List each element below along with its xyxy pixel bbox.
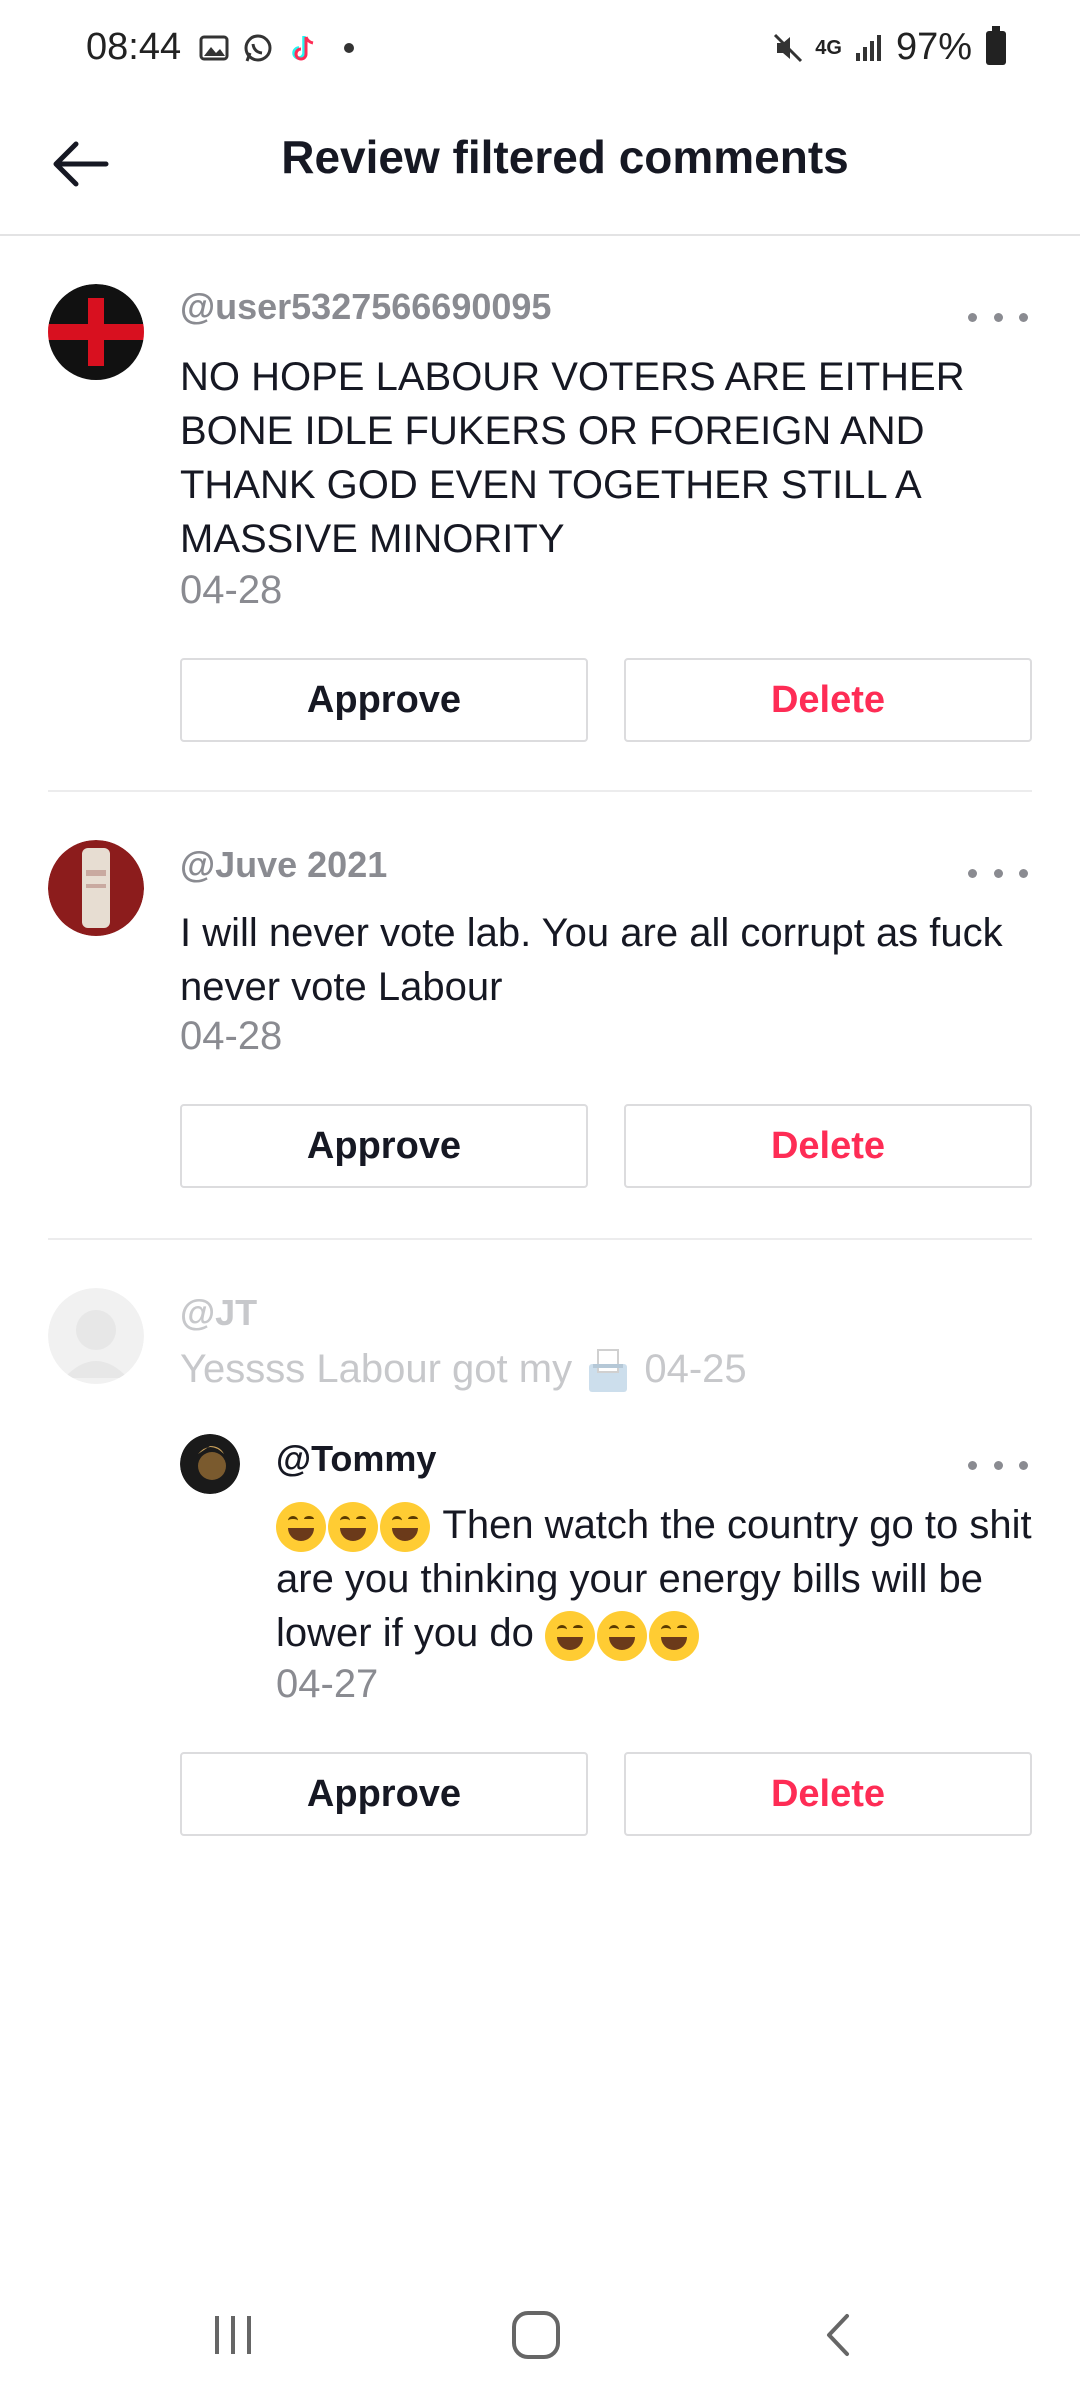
reply-text: Then watch the country go to shit are yo… xyxy=(276,1498,1036,1661)
avatar[interactable] xyxy=(48,1288,144,1384)
whatsapp-icon xyxy=(244,34,272,62)
comment-date: 04-28 xyxy=(180,568,283,612)
avatar[interactable] xyxy=(48,840,144,936)
delete-button[interactable]: Delete xyxy=(624,1104,1032,1188)
laughing-emoji-icon xyxy=(328,1502,378,1553)
home-button[interactable] xyxy=(496,2300,576,2370)
approve-button[interactable]: Approve xyxy=(180,1752,588,1836)
more-options-icon[interactable] xyxy=(968,1450,1028,1480)
delete-button[interactable]: Delete xyxy=(624,658,1032,742)
approve-button[interactable]: Approve xyxy=(180,1104,588,1188)
comment-date: 04-25 xyxy=(644,1347,747,1391)
comment-username[interactable]: @Juve 2021 xyxy=(180,844,387,886)
tiktok-icon xyxy=(292,36,314,61)
approve-button[interactable]: Approve xyxy=(180,658,588,742)
more-options-icon[interactable] xyxy=(968,302,1028,332)
status-right: 4G 97% xyxy=(771,25,1006,69)
network-type: 4G xyxy=(815,36,842,59)
notification-icons xyxy=(198,32,354,64)
comment-username[interactable]: @JT xyxy=(180,1292,257,1334)
laughing-emoji-icon xyxy=(545,1610,596,1661)
page-title: Review filtered comments xyxy=(281,131,849,183)
more-notifications-dot xyxy=(344,43,354,53)
recent-apps-button[interactable] xyxy=(194,2300,274,2370)
reply-date: 04-27 xyxy=(276,1662,379,1706)
laughing-emoji-icon xyxy=(597,1610,648,1661)
avatar[interactable] xyxy=(180,1434,240,1494)
divider xyxy=(48,1238,1032,1240)
laughing-emoji-icon xyxy=(276,1502,326,1553)
comment-username[interactable]: @user5327566690095 xyxy=(180,286,551,328)
recent-apps-icon xyxy=(215,2316,251,2354)
reply-username[interactable]: @Tommy xyxy=(276,1438,436,1480)
delete-button[interactable]: Delete xyxy=(624,1752,1032,1836)
battery-icon xyxy=(986,25,1006,65)
battery-percent: 97% xyxy=(895,26,972,68)
avatar[interactable] xyxy=(48,284,144,380)
home-icon xyxy=(512,2311,560,2359)
comment-text: NO HOPE LABOUR VOTERS ARE EITHER BONE ID… xyxy=(180,355,965,561)
comment-text: I will never vote lab. You are all corru… xyxy=(180,911,1003,1009)
system-nav-bar xyxy=(0,2270,1080,2400)
header: Review filtered comments xyxy=(0,100,1080,236)
divider xyxy=(48,790,1032,792)
gallery-icon xyxy=(199,35,229,61)
more-options-icon[interactable] xyxy=(968,858,1028,888)
back-nav-button[interactable] xyxy=(800,2300,880,2370)
comment-text-body: Yessss Labour got my xyxy=(180,1347,573,1391)
comment-text: Yessss Labour got my 04-25 xyxy=(180,1342,1030,1396)
status-bar: 08:44 4G 97% xyxy=(0,0,1080,100)
status-time: 08:44 xyxy=(86,26,182,68)
comment-date: 04-28 xyxy=(180,1014,283,1058)
back-nav-icon xyxy=(827,2314,849,2356)
mute-icon xyxy=(774,33,803,62)
signal-icon xyxy=(855,34,881,61)
ballot-box-icon xyxy=(589,1349,628,1393)
laughing-emoji-icon xyxy=(649,1610,700,1661)
laughing-emoji-icon xyxy=(380,1502,430,1553)
